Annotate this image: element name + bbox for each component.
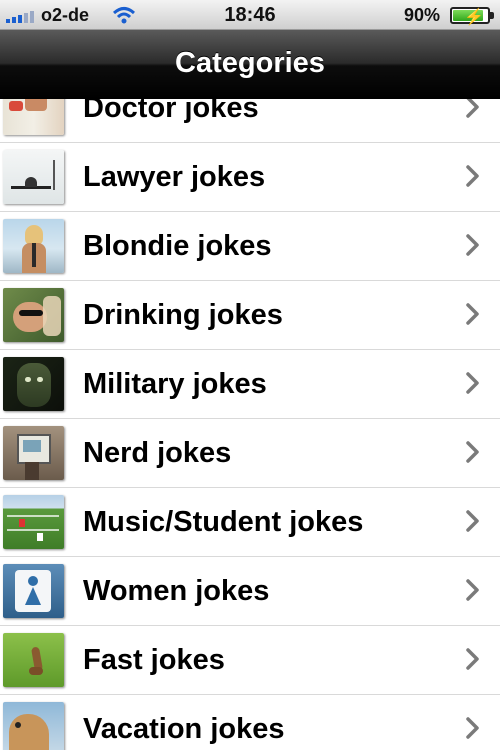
nerd-thumbnail: [3, 426, 64, 480]
list-item-label: Doctor jokes: [83, 99, 259, 124]
list-item-fast-jokes[interactable]: Fast jokes: [0, 626, 500, 695]
lawyer-thumbnail: [3, 150, 64, 204]
categories-list[interactable]: Doctor jokes Lawyer jokes Blondie jokes: [0, 99, 500, 750]
list-item-blondie-jokes[interactable]: Blondie jokes: [0, 212, 500, 281]
list-item-military-jokes[interactable]: Military jokes: [0, 350, 500, 419]
blondie-thumbnail: [3, 219, 64, 273]
list-item-label: Blondie jokes: [83, 230, 272, 262]
list-item-label: Women jokes: [83, 575, 270, 607]
fast-thumbnail: [3, 633, 64, 687]
music-student-thumbnail: [3, 495, 64, 549]
list-item-drinking-jokes[interactable]: Drinking jokes: [0, 281, 500, 350]
list-item-lawyer-jokes[interactable]: Lawyer jokes: [0, 143, 500, 212]
list-item-women-jokes[interactable]: Women jokes: [0, 557, 500, 626]
list-item-label: Fast jokes: [83, 644, 225, 676]
chevron-right-icon: [466, 234, 479, 256]
list-item-label: Military jokes: [83, 368, 267, 400]
list-item-doctor-jokes[interactable]: Doctor jokes: [0, 99, 500, 143]
list-item-label: Music/Student jokes: [83, 506, 364, 538]
chevron-right-icon: [466, 579, 479, 601]
chevron-right-icon: [466, 648, 479, 670]
battery-icon: ⚡: [450, 7, 494, 26]
list-item-label: Vacation jokes: [83, 713, 285, 745]
chevron-right-icon: [466, 717, 479, 739]
chevron-right-icon: [466, 510, 479, 532]
military-thumbnail: [3, 357, 64, 411]
doctor-thumbnail: [3, 99, 64, 135]
chevron-right-icon: [466, 303, 479, 325]
list-item-music-student-jokes[interactable]: Music/Student jokes: [0, 488, 500, 557]
drinking-thumbnail: [3, 288, 64, 342]
list-item-label: Nerd jokes: [83, 437, 232, 469]
women-thumbnail: [3, 564, 64, 618]
chevron-right-icon: [466, 372, 479, 394]
vacation-thumbnail: [3, 702, 64, 750]
chevron-right-icon: [466, 165, 479, 187]
battery-percentage: 90%: [403, 5, 440, 25]
page-title: Categories: [175, 47, 325, 79]
list-item-label: Lawyer jokes: [83, 161, 266, 193]
list-item-nerd-jokes[interactable]: Nerd jokes: [0, 419, 500, 488]
chevron-right-icon: [466, 99, 479, 118]
list-item-vacation-jokes[interactable]: Vacation jokes: [0, 695, 500, 750]
chevron-right-icon: [466, 441, 479, 463]
status-bar: o2-de 18:46 90% ⚡: [0, 0, 500, 30]
list-item-label: Drinking jokes: [83, 299, 283, 331]
navigation-bar: Categories: [0, 30, 500, 99]
